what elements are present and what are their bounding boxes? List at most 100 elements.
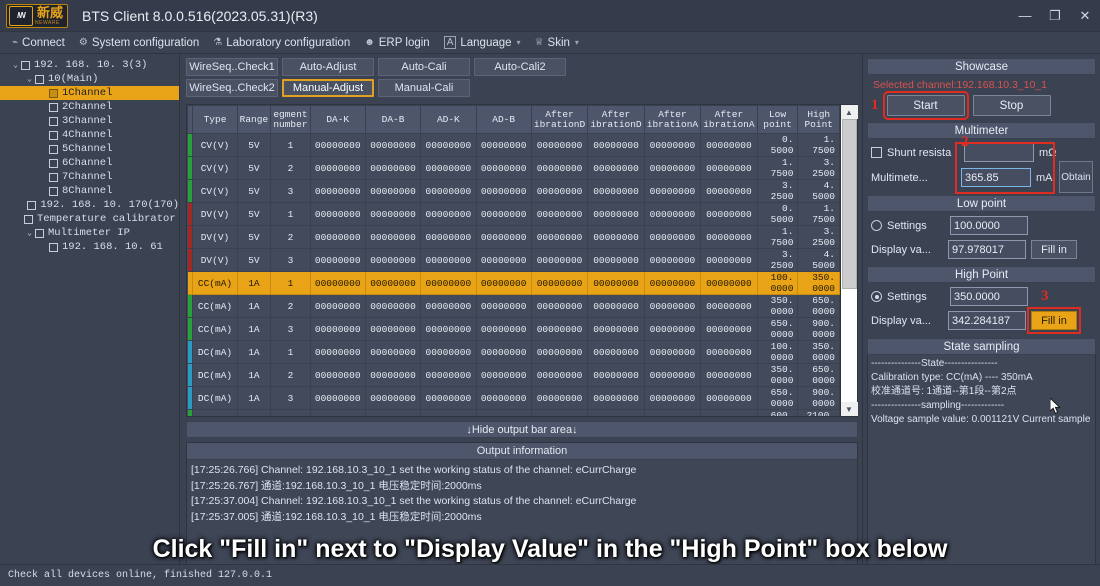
cell-low[interactable]: 3. 2500: [756, 248, 799, 272]
column-header-egment-number[interactable]: egment number: [270, 105, 311, 134]
tree-node-3channel[interactable]: 3Channel: [0, 114, 179, 128]
tree-expand-icon[interactable]: ⌄: [10, 60, 21, 70]
cell-a4[interactable]: 00000000: [700, 133, 758, 157]
tree-checkbox[interactable]: [49, 186, 58, 196]
table-row[interactable]: DC(mA) 1A 1 00000000 00000000 00000000 0000000…: [187, 340, 840, 364]
scrollbar-track[interactable]: [842, 289, 857, 402]
tree-checkbox[interactable]: [49, 172, 58, 182]
cell-dab[interactable]: 00000000: [364, 409, 422, 416]
cell-dak[interactable]: 00000000: [309, 202, 366, 226]
cell-dab[interactable]: 00000000: [364, 294, 422, 318]
cell-dab[interactable]: 00000000: [364, 179, 422, 203]
cell-adk[interactable]: 00000000: [420, 386, 477, 410]
cell-high[interactable]: 900. 0000: [797, 317, 840, 341]
column-header-ad-b[interactable]: AD-B: [475, 105, 532, 134]
cell-a1[interactable]: 00000000: [530, 294, 589, 318]
column-header-after-ibrationd[interactable]: After ibrationD: [587, 105, 645, 134]
table-row[interactable]: CC(mA) 1A 3 00000000 00000000 00000000 0000000…: [187, 317, 840, 341]
cell-dak[interactable]: 00000000: [309, 179, 366, 203]
cell-a4[interactable]: 00000000: [700, 363, 758, 387]
cell-adb[interactable]: 00000000: [475, 133, 532, 157]
cell-dak[interactable]: 00000000: [309, 271, 366, 295]
device-tree[interactable]: ⌄ 192. 168. 10. 3(3) ⌄ 10(Main) 1Channel 2Cha…: [0, 54, 180, 586]
cell-a1[interactable]: 00000000: [530, 409, 589, 416]
cell-low[interactable]: 0. 5000: [756, 133, 799, 157]
cell-low[interactable]: 650. 0000: [756, 317, 799, 341]
cell-dab[interactable]: 00000000: [364, 156, 422, 180]
scrollbar-thumb[interactable]: [841, 119, 857, 289]
cell-dab[interactable]: 00000000: [364, 340, 422, 364]
tree-checkbox[interactable]: [49, 158, 58, 168]
tree-expand-icon[interactable]: ⌄: [24, 228, 35, 238]
cell-a2[interactable]: 00000000: [587, 271, 645, 295]
cell-dak[interactable]: 00000000: [309, 156, 366, 180]
cell-type[interactable]: DV(V): [192, 202, 238, 226]
cell-a1[interactable]: 00000000: [530, 179, 589, 203]
cell-seg[interactable]: 1: [270, 133, 311, 157]
cell-seg[interactable]: 3: [270, 179, 311, 203]
cell-type[interactable]: CC(mA): [192, 409, 238, 416]
high-point-settings-radio[interactable]: [871, 291, 882, 302]
table-row[interactable]: DV(V) 5V 3 00000000 00000000 00000000 00000000…: [187, 248, 840, 272]
cell-dab[interactable]: 00000000: [364, 133, 422, 157]
tree-checkbox[interactable]: [49, 144, 58, 154]
tree-checkbox[interactable]: [49, 130, 58, 140]
column-header-after-ibrationa[interactable]: After ibrationA: [643, 105, 702, 134]
scroll-up-arrow-icon[interactable]: ▲: [840, 105, 858, 119]
low-point-settings-radio[interactable]: [871, 220, 882, 231]
cell-range[interactable]: 5V: [236, 156, 272, 180]
tab-wireseq-check2[interactable]: WireSeq..Check2: [186, 79, 278, 97]
scroll-down-arrow-icon[interactable]: ▼: [840, 402, 858, 416]
column-header-ad-k[interactable]: AD-K: [420, 105, 477, 134]
cell-seg[interactable]: 1: [270, 409, 311, 416]
cell-range[interactable]: 1A: [236, 271, 272, 295]
hide-output-bar-button[interactable]: ↓Hide output bar area↓: [186, 421, 858, 438]
cell-dab[interactable]: 00000000: [364, 248, 422, 272]
cell-dak[interactable]: 00000000: [309, 386, 366, 410]
tree-checkbox[interactable]: [21, 60, 30, 70]
cell-adk[interactable]: 00000000: [420, 248, 477, 272]
cell-a3[interactable]: 00000000: [643, 271, 702, 295]
chevron-down-icon[interactable]: ▾: [517, 38, 521, 47]
close-icon[interactable]: ✕: [1070, 0, 1100, 32]
cell-high[interactable]: 3. 2500: [797, 156, 840, 180]
cell-a1[interactable]: 00000000: [530, 386, 589, 410]
cell-dak[interactable]: 00000000: [309, 248, 366, 272]
shunt-resistance-checkbox[interactable]: [871, 147, 882, 158]
cell-adb[interactable]: 00000000: [475, 202, 532, 226]
tree-node-temperature-calibrator-ip[interactable]: Temperature calibrator IP: [0, 212, 179, 226]
table-row[interactable]: CV(V) 5V 2 00000000 00000000 00000000 00000000…: [187, 156, 840, 180]
cell-a2[interactable]: 00000000: [587, 409, 645, 416]
table-vertical-scrollbar[interactable]: ▲ ▼: [840, 104, 858, 417]
cell-adk[interactable]: 00000000: [420, 340, 477, 364]
cell-range[interactable]: 1A: [236, 317, 272, 341]
output-information-log[interactable]: [17:25:26.766] Channel: 192.168.10.3_10_…: [187, 460, 857, 528]
cell-dab[interactable]: 00000000: [364, 386, 422, 410]
tree-checkbox[interactable]: [49, 116, 58, 126]
cell-a3[interactable]: 00000000: [643, 409, 702, 416]
column-header-low-point[interactable]: Low point: [756, 105, 799, 134]
cell-seg[interactable]: 3: [270, 386, 311, 410]
tree-node-7channel[interactable]: 7Channel: [0, 170, 179, 184]
start-button[interactable]: Start: [882, 91, 969, 120]
calibration-table-container[interactable]: Type Range egment number DA-K DA-B AD-K AD-B Af…: [186, 104, 841, 417]
tab-auto-cali2[interactable]: Auto-Cali2: [474, 58, 566, 76]
high-point-fill-in-button[interactable]: Fill in: [1027, 307, 1081, 334]
cell-high[interactable]: 350. 0000: [797, 271, 840, 295]
table-row[interactable]: DC(mA) 1A 3 00000000 00000000 00000000 0000000…: [187, 386, 840, 410]
cell-dak[interactable]: 00000000: [309, 363, 366, 387]
cell-range[interactable]: 5V: [236, 133, 272, 157]
column-header-high-point[interactable]: High Point: [797, 105, 840, 134]
cell-seg[interactable]: 2: [270, 225, 311, 249]
cell-adb[interactable]: 00000000: [475, 409, 532, 416]
cell-a4[interactable]: 00000000: [700, 156, 758, 180]
cell-range[interactable]: 5V: [236, 202, 272, 226]
obtain-button[interactable]: Obtain: [1059, 161, 1093, 193]
column-header-da-b[interactable]: DA-B: [364, 105, 422, 134]
cell-a3[interactable]: 00000000: [643, 179, 702, 203]
tree-node-192-168-10-61[interactable]: 192. 168. 10. 61: [0, 240, 179, 254]
cell-dak[interactable]: 00000000: [309, 133, 366, 157]
cell-range[interactable]: 1A: [236, 294, 272, 318]
cell-a1[interactable]: 00000000: [530, 156, 589, 180]
cell-low[interactable]: 100. 0000: [756, 340, 799, 364]
